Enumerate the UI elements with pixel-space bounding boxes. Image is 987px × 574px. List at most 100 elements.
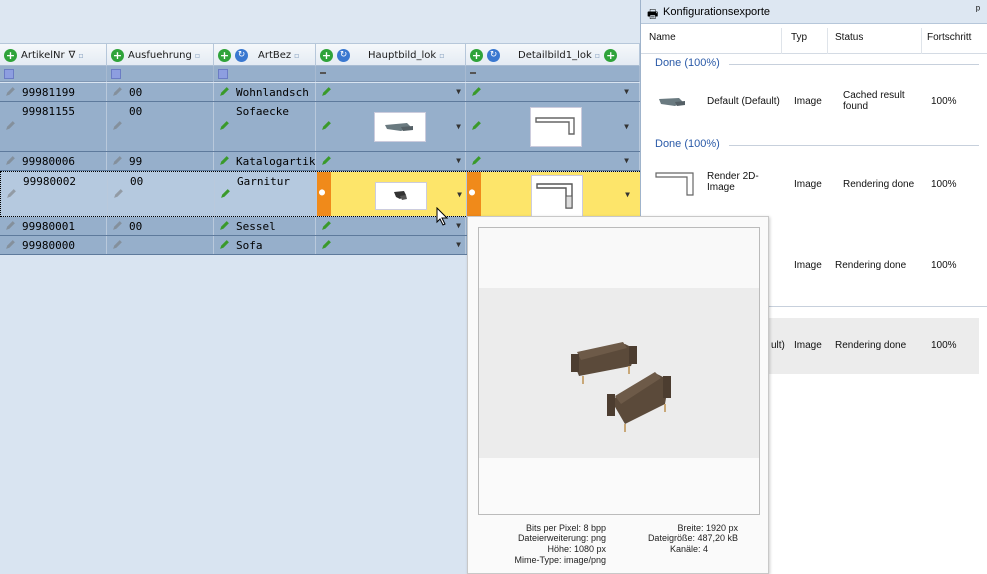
pencil-icon[interactable] xyxy=(5,86,16,97)
dropdown-arrow-icon[interactable]: ▼ xyxy=(624,122,629,131)
pencil-icon[interactable] xyxy=(6,188,17,199)
cell-artbez[interactable]: Garnitur xyxy=(215,172,317,216)
list-item[interactable]: Render 2D-Image Image Rendering done 100… xyxy=(641,155,987,213)
add-icon[interactable]: + xyxy=(111,48,124,62)
cell-artikelnr[interactable]: 99981155 xyxy=(0,102,107,151)
filter-cell[interactable] xyxy=(0,66,107,82)
pencil-icon[interactable] xyxy=(5,220,16,231)
cell-ausfuehrung[interactable]: 00 xyxy=(108,172,215,216)
cell-artbez[interactable]: Sofa xyxy=(214,236,316,254)
dropdown-arrow-icon[interactable]: ▼ xyxy=(456,122,461,131)
cell-ausfuehrung[interactable] xyxy=(107,236,214,254)
filter-cell[interactable] xyxy=(316,66,466,82)
cell-detailbild1[interactable]: ▼ xyxy=(466,83,640,101)
add-icon[interactable]: + xyxy=(470,48,483,62)
dropdown-arrow-icon[interactable]: ▼ xyxy=(456,221,461,230)
dropdown-arrow-icon[interactable]: ▼ xyxy=(456,87,461,96)
dropdown-arrow-icon[interactable]: ▼ xyxy=(624,156,629,165)
cell-artbez[interactable]: Sofaecke xyxy=(214,102,316,151)
pencil-icon[interactable] xyxy=(219,155,230,166)
table-row[interactable]: 99980006 99 Katalogartikel ▼ ▼ xyxy=(0,152,640,171)
pencil-icon[interactable] xyxy=(471,155,482,166)
cell-hauptbild[interactable]: ▼ xyxy=(316,83,466,101)
sofa-thumbnail[interactable] xyxy=(375,182,427,210)
pencil-icon[interactable] xyxy=(219,239,230,250)
pencil-icon[interactable] xyxy=(219,86,230,97)
cell-artbez[interactable]: Wohnlandsch xyxy=(214,83,316,101)
cell-artikelnr[interactable]: 99980001 xyxy=(0,217,107,235)
pin-icon[interactable]: ▫ xyxy=(294,51,299,60)
pencil-icon[interactable] xyxy=(112,120,123,131)
filter-cell[interactable] xyxy=(214,66,316,82)
header-name[interactable]: Name xyxy=(649,32,676,43)
pencil-icon[interactable] xyxy=(321,155,332,166)
column-header-artbez[interactable]: + ↻ ArtBez ▫ xyxy=(214,44,316,66)
pencil-icon[interactable] xyxy=(321,86,332,97)
cell-artikelnr[interactable]: 99980000 xyxy=(0,236,107,254)
pencil-icon[interactable] xyxy=(112,220,123,231)
pencil-icon[interactable] xyxy=(5,155,16,166)
cell-detailbild1[interactable]: ● ▼ xyxy=(467,172,641,216)
pin-icon[interactable]: ᵖ xyxy=(976,4,980,16)
cell-ausfuehrung[interactable]: 00 xyxy=(107,217,214,235)
filter-row[interactable] xyxy=(0,66,640,82)
pencil-icon[interactable] xyxy=(113,188,124,199)
pin-icon[interactable]: ▫ xyxy=(78,51,83,60)
pencil-icon[interactable] xyxy=(112,155,123,166)
table-row-selected[interactable]: 99980002 00 Garnitur ● ▼ ● ▼ xyxy=(0,171,641,217)
cell-hauptbild[interactable]: ▼ xyxy=(316,236,466,254)
add-icon[interactable]: + xyxy=(604,48,618,62)
column-header-detailbild1[interactable]: + ↻ Detailbild1_lok ▫ + xyxy=(466,44,640,66)
add-icon[interactable]: + xyxy=(320,48,333,62)
dropdown-arrow-icon[interactable]: ▼ xyxy=(624,87,629,96)
header-status[interactable]: Status xyxy=(835,32,863,43)
dropdown-arrow-icon[interactable]: ▼ xyxy=(457,190,462,199)
table-row[interactable]: 99981199 00 Wohnlandsch ▼ ▼ xyxy=(0,83,640,102)
cell-artbez[interactable]: Katalogartikel xyxy=(214,152,316,170)
cell-artbez[interactable]: Sessel xyxy=(214,217,316,235)
cell-hauptbild[interactable]: ▼ xyxy=(316,152,466,170)
pencil-icon[interactable] xyxy=(471,120,482,131)
pencil-icon[interactable] xyxy=(220,188,231,199)
group-header[interactable]: Done (100%) xyxy=(655,57,720,69)
add-icon[interactable]: + xyxy=(4,48,17,62)
cell-detailbild1[interactable]: ▼ xyxy=(466,102,640,151)
pencil-icon[interactable] xyxy=(321,239,332,250)
pin-icon[interactable]: ▫ xyxy=(439,51,444,60)
pencil-icon[interactable] xyxy=(219,220,230,231)
table-row[interactable]: 99981155 00 Sofaecke ▼ ▼ xyxy=(0,102,640,152)
refresh-icon[interactable]: ↻ xyxy=(487,48,500,62)
column-header-hauptbild[interactable]: + ↻ Hauptbild_lok ▫ xyxy=(316,44,466,66)
floorplan-thumbnail[interactable] xyxy=(530,107,582,147)
pin-icon[interactable]: ▫ xyxy=(195,51,200,60)
group-header[interactable]: Done (100%) xyxy=(655,138,720,150)
header-fortschritt[interactable]: Fortschritt xyxy=(927,32,971,43)
filter-cell[interactable] xyxy=(107,66,214,82)
cell-ausfuehrung[interactable]: 00 xyxy=(107,102,214,151)
pin-icon[interactable]: ▫ xyxy=(595,51,600,60)
cell-detailbild1[interactable]: ▼ xyxy=(466,152,640,170)
add-icon[interactable]: + xyxy=(218,48,231,62)
cell-ausfuehrung[interactable]: 99 xyxy=(107,152,214,170)
dropdown-arrow-icon[interactable]: ▼ xyxy=(625,190,630,199)
dropdown-arrow-icon[interactable]: ▼ xyxy=(456,240,461,249)
refresh-icon[interactable]: ↻ xyxy=(235,48,248,62)
cell-hauptbild[interactable]: ▼ xyxy=(316,102,466,151)
refresh-icon[interactable]: ↻ xyxy=(337,48,350,62)
floorplan-thumbnail[interactable] xyxy=(531,175,583,216)
filter-cell[interactable] xyxy=(466,66,640,82)
pencil-icon[interactable] xyxy=(112,86,123,97)
cell-artikelnr[interactable]: 99980006 xyxy=(0,152,107,170)
pencil-icon[interactable] xyxy=(112,239,123,250)
cell-ausfuehrung[interactable]: 00 xyxy=(107,83,214,101)
pencil-icon[interactable] xyxy=(219,120,230,131)
pencil-icon[interactable] xyxy=(321,120,332,131)
pencil-icon[interactable] xyxy=(5,239,16,250)
pencil-icon[interactable] xyxy=(5,120,16,131)
header-typ[interactable]: Typ xyxy=(791,32,807,43)
group-by-panel[interactable] xyxy=(0,0,640,44)
column-header-ausfuehrung[interactable]: + Ausfuehrung ▫ xyxy=(107,44,214,66)
filter-icon[interactable]: ∇ xyxy=(69,50,76,61)
column-header-artikelnr[interactable]: + ArtikelNr ∇ ▫ xyxy=(0,44,107,66)
dropdown-arrow-icon[interactable]: ▼ xyxy=(456,156,461,165)
